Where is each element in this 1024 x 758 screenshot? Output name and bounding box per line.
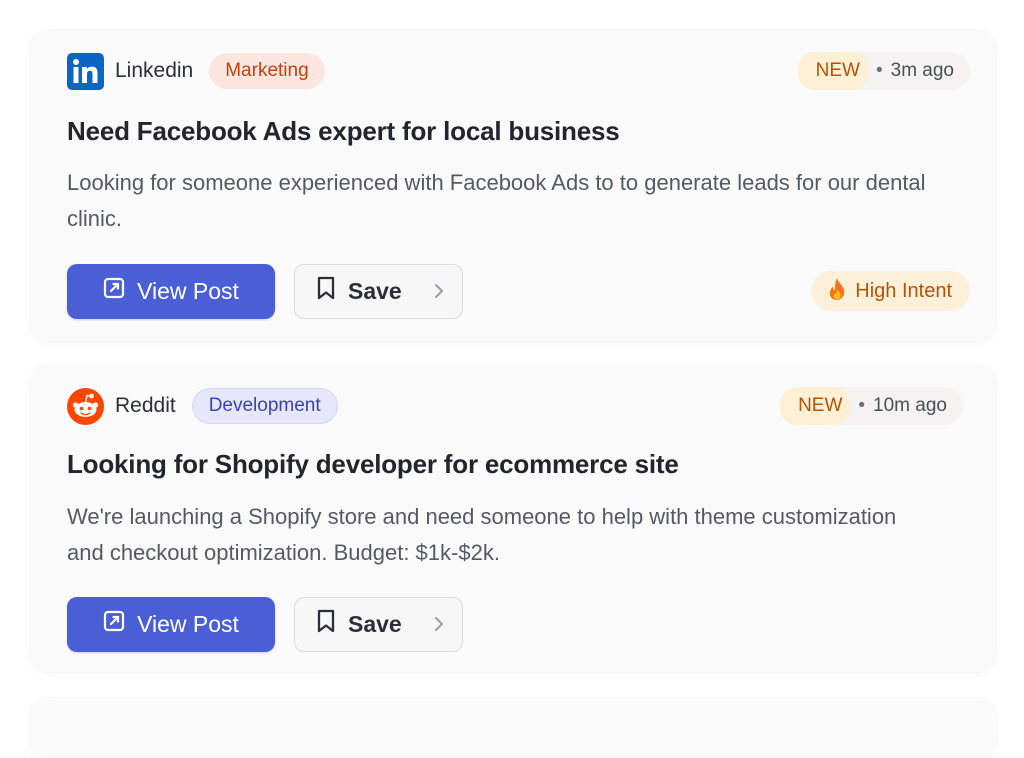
view-post-button[interactable]: View Post bbox=[67, 596, 275, 652]
external-link-icon bbox=[103, 277, 125, 305]
post-actions: View Post Save bbox=[67, 596, 970, 652]
post-actions: View Post Save High Intent bbox=[67, 263, 970, 319]
platform-name: Reddit bbox=[115, 394, 176, 417]
chevron-right-icon bbox=[434, 616, 444, 632]
save-button[interactable]: Save bbox=[294, 263, 463, 319]
linkedin-icon bbox=[67, 52, 104, 90]
category-tag: Marketing bbox=[209, 53, 325, 89]
external-link-icon bbox=[103, 610, 125, 638]
high-intent-badge: High Intent bbox=[811, 271, 970, 311]
save-label: Save bbox=[348, 277, 402, 304]
post-title: Looking for Shopify developer for ecomme… bbox=[67, 449, 679, 479]
category-tag: Development bbox=[191, 388, 338, 424]
post-title: Need Facebook Ads expert for local busin… bbox=[67, 116, 620, 146]
status-badge: NEW • 3m ago bbox=[797, 52, 970, 90]
post-card: Linkedin Marketing NEW • 3m ago Need Fac… bbox=[30, 30, 996, 341]
post-header: Linkedin Marketing NEW • 3m ago bbox=[67, 52, 970, 90]
separator-dot: • bbox=[858, 395, 866, 416]
intent-label: High Intent bbox=[855, 279, 952, 302]
new-label: NEW bbox=[780, 387, 851, 425]
post-description: Looking for someone experienced with Fac… bbox=[67, 170, 926, 231]
view-post-label: View Post bbox=[137, 610, 239, 637]
fire-icon bbox=[827, 277, 847, 305]
status-badge: NEW • 10m ago bbox=[780, 387, 963, 425]
post-header: Reddit Development NEW • 10m ago bbox=[67, 387, 970, 425]
new-label: NEW bbox=[797, 52, 868, 90]
chevron-right-icon bbox=[434, 283, 444, 299]
view-post-label: View Post bbox=[137, 277, 239, 304]
separator-dot: • bbox=[875, 60, 883, 81]
post-description: We're launching a Shopify store and need… bbox=[67, 504, 897, 565]
view-post-button[interactable]: View Post bbox=[67, 263, 275, 319]
bookmark-icon bbox=[317, 276, 335, 306]
post-card-partial bbox=[30, 698, 996, 758]
timestamp: 3m ago bbox=[890, 60, 954, 81]
post-card: Reddit Development NEW • 10m ago Looking… bbox=[30, 365, 996, 672]
platform-name: Linkedin bbox=[115, 59, 194, 82]
save-label: Save bbox=[348, 610, 402, 637]
timestamp: 10m ago bbox=[873, 395, 947, 416]
save-button[interactable]: Save bbox=[294, 596, 463, 652]
reddit-icon bbox=[67, 387, 104, 425]
bookmark-icon bbox=[317, 609, 335, 639]
